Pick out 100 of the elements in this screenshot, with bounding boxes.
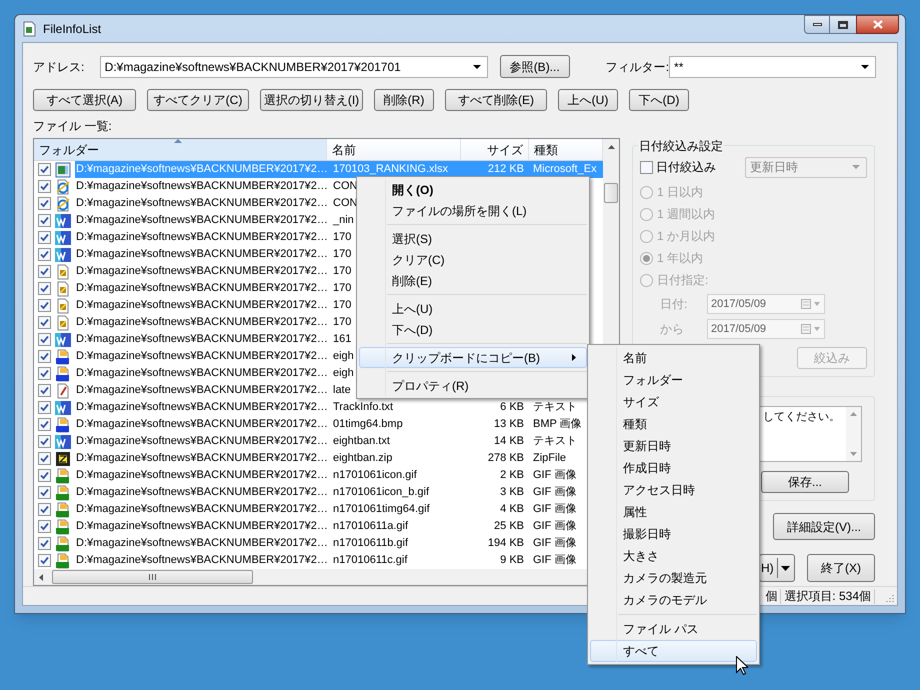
menu-item[interactable]: すべて [590, 640, 757, 662]
table-cell: D:¥magazine¥softnews¥BACKNUMBER¥2017¥2… [75, 161, 328, 178]
table-cell-text: 6 KB [500, 400, 524, 416]
table-cell-text: D:¥magazine¥softnews¥BACKNUMBER¥2017¥2… [75, 281, 328, 296]
address-label: アドレス: [33, 58, 86, 76]
table-cell-text: 4 KB [500, 502, 524, 518]
file-icon [55, 382, 71, 398]
file-icon [55, 434, 71, 450]
toolbar-button[interactable]: 上へ(U) [558, 89, 618, 111]
minimize-button[interactable] [804, 15, 830, 34]
checkbox[interactable] [38, 282, 51, 295]
checkbox[interactable] [38, 350, 51, 363]
table-cell-text: eigh [333, 349, 354, 364]
column-header[interactable]: フォルダー [34, 139, 327, 160]
checkbox[interactable] [38, 537, 51, 550]
save-button[interactable]: 保存... [761, 471, 849, 493]
file-icon [55, 366, 71, 382]
checkbox[interactable] [38, 265, 51, 278]
table-cell-text: 170 [333, 281, 352, 296]
menu-item[interactable]: カメラの製造元 [590, 567, 757, 589]
checkbox[interactable] [38, 486, 51, 499]
toolbar-button[interactable]: すべて選択(A) [33, 89, 136, 111]
table-cell-text: D:¥magazine¥softnews¥BACKNUMBER¥2017¥2… [75, 434, 328, 450]
table-cell-text: D:¥magazine¥softnews¥BACKNUMBER¥2017¥2… [75, 417, 328, 432]
menu-item[interactable]: ファイル パス [590, 618, 757, 640]
checkbox[interactable] [38, 435, 51, 448]
checkbox[interactable] [38, 554, 51, 567]
checkbox[interactable] [38, 367, 51, 380]
checkbox[interactable] [38, 248, 51, 261]
checkbox[interactable] [38, 299, 51, 312]
file-icon [55, 400, 71, 416]
memo-field[interactable]: してください。 [759, 406, 862, 462]
maximize-button[interactable] [830, 15, 856, 34]
checkbox[interactable] [38, 469, 51, 482]
filter-field[interactable]: ** [669, 56, 876, 78]
settings-button[interactable]: 詳細設定(V)... [773, 513, 875, 540]
dropdown-arrow-icon [780, 566, 790, 570]
browse-button[interactable]: 参照(B)... [500, 55, 570, 78]
table-cell-text: 170 [333, 230, 352, 246]
table-cell-text: 278 KB [488, 451, 524, 466]
minimize-icon [812, 23, 822, 26]
split-button[interactable]: H) [759, 554, 795, 582]
file-icon [55, 484, 71, 500]
checkbox[interactable] [38, 231, 51, 244]
menu-item[interactable]: 選択(S) [359, 228, 587, 249]
menu-item[interactable]: カメラのモデル [590, 589, 757, 611]
toolbar-button[interactable]: 選択の切り替え(I) [260, 89, 363, 111]
checkbox[interactable] [38, 333, 51, 346]
toolbar-button[interactable]: すべて削除(E) [445, 89, 547, 111]
exit-button[interactable]: 終了(X) [807, 554, 875, 582]
table-cell-text: 161 [333, 332, 352, 348]
memo-text: してください。 [762, 410, 841, 425]
calendar-icon [801, 299, 821, 309]
table-cell-text: D:¥magazine¥softnews¥BACKNUMBER¥2017¥2… [75, 502, 328, 518]
table-cell-text: D:¥magazine¥softnews¥BACKNUMBER¥2017¥2… [75, 196, 328, 212]
toolbar-button[interactable]: 削除(R) [374, 89, 434, 111]
app-icon [21, 20, 37, 36]
checkbox[interactable] [38, 384, 51, 397]
checkbox[interactable] [38, 401, 51, 414]
toolbar-button[interactable]: すべてクリア(C) [147, 89, 249, 111]
scroll-thumb[interactable] [52, 570, 253, 584]
table-cell-text: 01timg64.bmp [333, 417, 403, 432]
toolbar-button[interactable]: 下へ(D) [629, 89, 689, 111]
table-cell-text: D:¥magazine¥softnews¥BACKNUMBER¥2017¥2… [75, 247, 328, 262]
file-icon [55, 450, 71, 466]
checkbox[interactable] [38, 418, 51, 431]
status-text: 個 [764, 588, 778, 605]
sort-arrow-icon [174, 139, 182, 143]
checkbox[interactable] [38, 197, 51, 210]
file-icon [55, 348, 71, 364]
checkbox[interactable] [38, 316, 51, 329]
checkbox[interactable] [38, 520, 51, 533]
file-icon [55, 212, 71, 228]
address-field[interactable]: D:¥magazine¥softnews¥BACKNUMBER¥2017¥201701 [100, 56, 488, 78]
checkbox[interactable] [38, 180, 51, 193]
checkbox[interactable] [38, 214, 51, 227]
column-header[interactable]: 名前 [327, 139, 461, 160]
submenu-arrow-icon [572, 354, 576, 361]
table-cell-text: GIF 画像 [533, 485, 576, 500]
checkbox[interactable] [38, 503, 51, 516]
menu-item[interactable]: クリップボードにコピー(B) [359, 347, 587, 368]
radio-label: 1 週間以内 [657, 206, 716, 223]
scroll-left-icon [39, 574, 43, 580]
file-icon [55, 314, 71, 330]
table-cell-text: D:¥magazine¥softnews¥BACKNUMBER¥2017¥2… [75, 553, 328, 568]
close-button[interactable] [856, 15, 899, 34]
table-cell-text: 194 KB [488, 536, 524, 552]
table-cell-text: n1701061timg64.gif [333, 502, 430, 518]
table-cell-text: D:¥magazine¥softnews¥BACKNUMBER¥2017¥2… [75, 383, 328, 398]
checkbox[interactable] [38, 452, 51, 465]
table-cell-text: GIF 画像 [533, 553, 576, 568]
column-header[interactable]: サイズ [461, 139, 529, 160]
status-text: 選択項目: 534個 [783, 588, 872, 605]
scroll-thumb[interactable] [604, 183, 618, 203]
file-icon [55, 298, 71, 314]
table-cell-text: D:¥magazine¥softnews¥BACKNUMBER¥2017¥2… [75, 519, 328, 534]
table-cell-text: D:¥magazine¥softnews¥BACKNUMBER¥2017¥2… [75, 213, 328, 228]
checkbox[interactable] [38, 163, 51, 176]
group-title: 日付絞込み設定 [638, 137, 724, 155]
table-cell-text: n1701061icon.gif [333, 468, 417, 484]
